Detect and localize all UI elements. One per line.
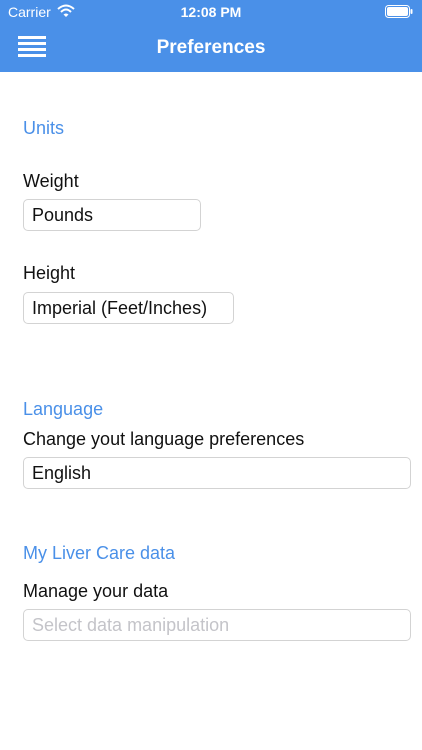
height-select[interactable]: Imperial (Feet/Inches) <box>23 292 234 324</box>
units-section-title: Units <box>23 118 65 138</box>
clock-label: 12:08 PM <box>180 4 242 20</box>
data-manipulation-select[interactable]: Select data manipulation <box>23 609 411 641</box>
language-label: Change yout language preferences <box>23 429 305 449</box>
preferences-screen: Carrier 12:08 PM Preferences Units Weigh… <box>0 0 422 750</box>
language-section-title: Language <box>23 399 104 419</box>
status-bar: Carrier 12:08 PM <box>0 0 422 24</box>
data-section-title: My Liver Care data <box>23 543 176 563</box>
height-label: Height <box>23 263 76 283</box>
navigation-bar: Carrier 12:08 PM Preferences <box>0 0 422 72</box>
manage-data-label: Manage your data <box>23 581 169 601</box>
battery-icon <box>385 5 413 18</box>
page-title: Preferences <box>156 37 266 58</box>
weight-label: Weight <box>23 171 79 191</box>
weight-select[interactable]: Pounds <box>23 199 201 231</box>
language-select[interactable]: English <box>23 457 411 489</box>
